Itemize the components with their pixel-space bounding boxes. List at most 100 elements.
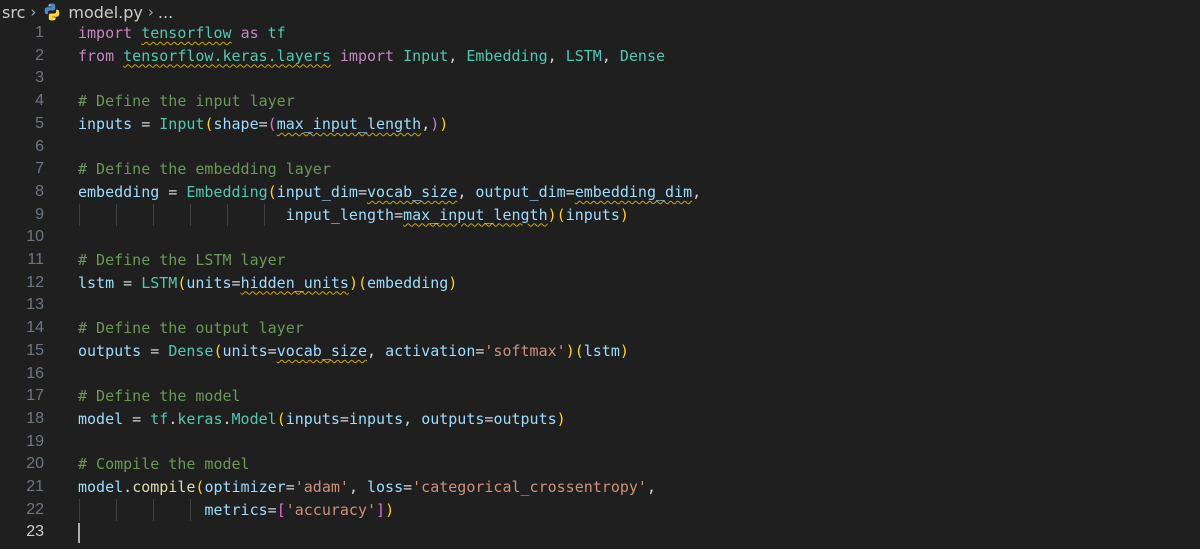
code-token: compile bbox=[132, 478, 196, 496]
code-token: model bbox=[78, 409, 124, 428]
line-number: 9 bbox=[35, 205, 44, 223]
code-token: ( bbox=[267, 182, 277, 201]
chevron-right-icon: › bbox=[30, 3, 37, 21]
code-token: embedding_dim bbox=[574, 182, 693, 201]
code-token: Dense bbox=[168, 341, 214, 360]
breadcrumb: src › model.py › ... bbox=[0, 0, 1200, 24]
code-line[interactable]: 17 # Define the model bbox=[0, 385, 1200, 407]
code-token: ) bbox=[430, 114, 440, 133]
code-token: 'adam' bbox=[294, 478, 349, 496]
code-token: LSTM bbox=[565, 46, 602, 65]
code-token: max_input_length bbox=[403, 205, 548, 224]
code-token: inputs bbox=[565, 205, 620, 224]
code-token: outputs bbox=[78, 341, 142, 360]
code-token: = bbox=[231, 273, 241, 292]
code-text: # Compile the model bbox=[78, 453, 250, 475]
code-token: from bbox=[78, 46, 124, 65]
line-number: 15 bbox=[26, 341, 44, 359]
line-number: 3 bbox=[35, 69, 44, 87]
breadcrumb-file[interactable]: model.py bbox=[68, 3, 143, 22]
line-number: 19 bbox=[26, 432, 44, 450]
code-token: units bbox=[186, 273, 232, 292]
code-line[interactable]: 21 model.compile(optimizer='adam', loss='… bbox=[0, 476, 1200, 498]
code-token: , bbox=[646, 478, 656, 496]
code-token: # Define the LSTM layer bbox=[78, 251, 286, 269]
code-token: tensorflow.keras.layers bbox=[123, 46, 331, 65]
code-token: LSTM bbox=[141, 273, 178, 292]
code-token: ( bbox=[267, 114, 277, 133]
code-token: vocab_size bbox=[367, 182, 458, 201]
line-number: 23 bbox=[26, 523, 44, 541]
code-line[interactable]: 23 bbox=[0, 521, 1200, 544]
code-token: ] bbox=[376, 500, 386, 519]
code-line[interactable]: 12 lstm = LSTM(units=hidden_units)(embedd… bbox=[0, 272, 1200, 294]
code-line[interactable]: 7 # Define the embedding layer bbox=[0, 158, 1200, 180]
code-line[interactable]: 6 bbox=[0, 136, 1200, 158]
code-token: tf bbox=[267, 24, 286, 42]
code-token: Model bbox=[231, 409, 277, 428]
line-number: 1 bbox=[35, 24, 44, 41]
code-line[interactable]: 13 bbox=[0, 294, 1200, 316]
code-token: lstm bbox=[78, 273, 115, 292]
code-line[interactable]: 4 # Define the input layer bbox=[0, 90, 1200, 112]
line-number: 17 bbox=[26, 387, 44, 405]
code-token: , bbox=[448, 46, 467, 65]
text-cursor bbox=[78, 523, 80, 544]
code-token: [ bbox=[276, 500, 286, 519]
code-text: embedding = Embedding(input_dim=vocab_si… bbox=[78, 181, 701, 203]
code-line[interactable]: 14 # Define the output layer bbox=[0, 317, 1200, 339]
code-token: inputs bbox=[78, 114, 133, 133]
code-line[interactable]: 9 input_length=max_input_length)(inputs) bbox=[0, 203, 1200, 226]
code-token: = bbox=[357, 182, 367, 201]
code-line[interactable]: 22 metrics=['accuracy']) bbox=[0, 498, 1200, 521]
code-line[interactable]: 11 # Define the LSTM layer bbox=[0, 249, 1200, 271]
code-line[interactable]: 16 bbox=[0, 363, 1200, 385]
code-token: outputs bbox=[421, 409, 485, 428]
code-line[interactable]: 18 model = tf.keras.Model(inputs=inputs, … bbox=[0, 408, 1200, 430]
code-token: ( bbox=[357, 273, 367, 292]
code-token: Dense bbox=[619, 46, 666, 65]
code-text: # Define the output layer bbox=[78, 317, 304, 339]
line-number: 10 bbox=[26, 228, 44, 246]
code-text: import tensorflow as tf bbox=[78, 22, 286, 44]
code-token: , bbox=[421, 114, 431, 133]
code-line[interactable]: 10 bbox=[0, 226, 1200, 248]
code-token: = bbox=[394, 205, 404, 224]
code-token: = bbox=[141, 341, 169, 360]
breadcrumb-folder[interactable]: src bbox=[2, 3, 25, 22]
code-text: # Define the input layer bbox=[78, 90, 295, 112]
code-line[interactable]: 2 from tensorflow.keras.layers import Inp… bbox=[0, 45, 1200, 67]
code-line[interactable]: 5 inputs = Input(shape=(max_input_length,… bbox=[0, 113, 1200, 135]
breadcrumb-more[interactable]: ... bbox=[158, 3, 173, 22]
code-token: shape bbox=[213, 114, 259, 133]
code-text: from tensorflow.keras.layers import Inpu… bbox=[78, 45, 665, 67]
code-token: = bbox=[403, 478, 413, 496]
code-line[interactable]: 8 embedding = Embedding(input_dim=vocab_s… bbox=[0, 181, 1200, 203]
code-line[interactable]: 1 import tensorflow as tf bbox=[0, 22, 1200, 44]
code-text: outputs = Dense(units=vocab_size, activa… bbox=[78, 340, 629, 362]
code-token: ( bbox=[574, 341, 584, 360]
code-token: . bbox=[168, 409, 178, 428]
code-token: # Compile the model bbox=[78, 455, 250, 474]
code-token: outputs bbox=[493, 409, 557, 428]
code-line[interactable]: 15 outputs = Dense(units=vocab_size, acti… bbox=[0, 340, 1200, 362]
code-token: ) bbox=[556, 409, 566, 428]
line-number: 8 bbox=[35, 182, 44, 200]
code-editor[interactable]: 1 import tensorflow as tf 2 from tensorflow… bbox=[0, 22, 1200, 549]
line-number: 5 bbox=[35, 114, 44, 132]
code-token: # Define the output layer bbox=[78, 319, 304, 338]
code-token: hidden_units bbox=[240, 273, 349, 292]
code-token: ) bbox=[448, 273, 458, 292]
line-number: 7 bbox=[35, 160, 44, 178]
code-line[interactable]: 19 bbox=[0, 431, 1200, 453]
code-line[interactable]: 20 # Compile the model bbox=[0, 453, 1200, 475]
code-line[interactable]: 3 bbox=[0, 67, 1200, 89]
line-number: 11 bbox=[27, 251, 44, 268]
code-token: loss bbox=[367, 478, 404, 496]
code-token: = bbox=[123, 409, 151, 428]
code-token: import bbox=[339, 46, 395, 65]
